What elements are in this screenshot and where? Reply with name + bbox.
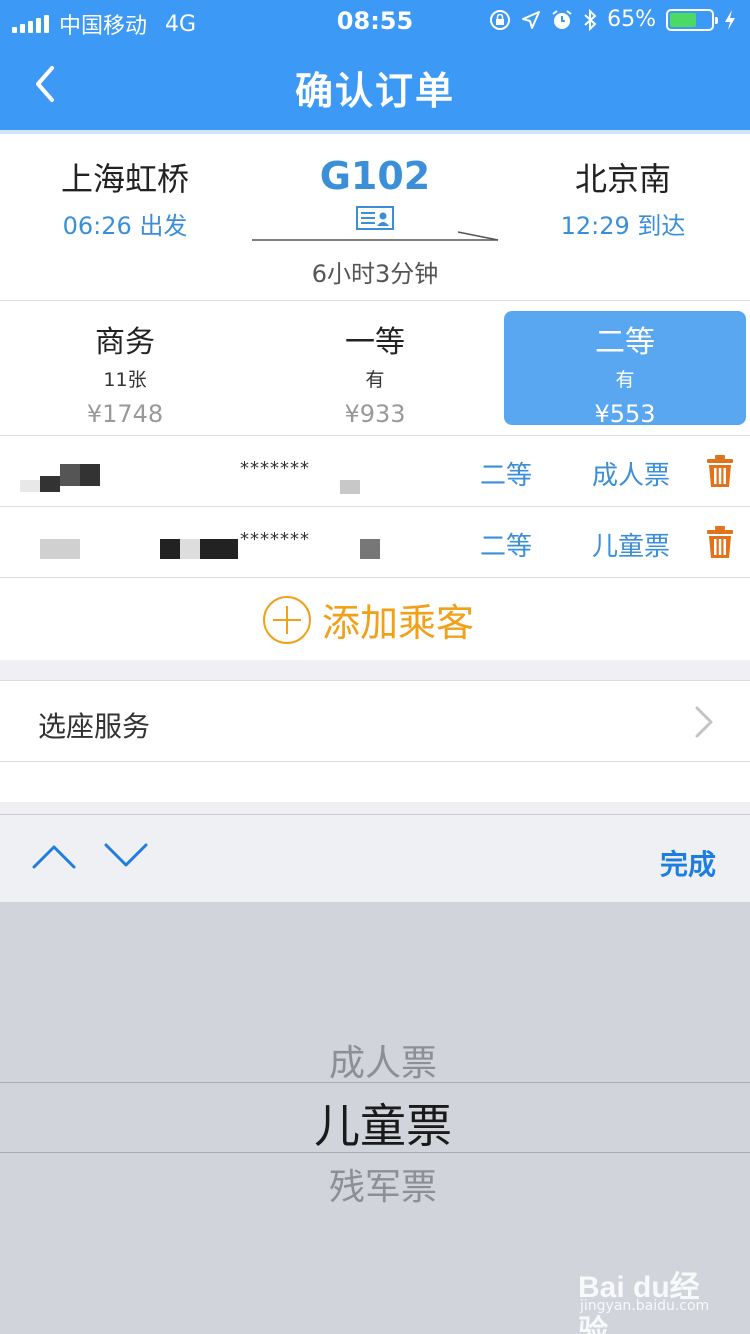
watermark: Bai du经验 jingyan.baidu.com [578,1262,728,1334]
picker-option[interactable]: 残军票 [0,1158,750,1210]
passenger-id-number: ******* [240,458,310,479]
add-circle-icon [263,595,311,644]
passenger-row[interactable]: ******* 二等 成人票 [0,436,750,507]
id-card-icon[interactable] [356,206,394,230]
seat-class-business[interactable]: 商务 11张 ¥1748 [4,311,246,428]
rotation-lock-icon [490,9,511,30]
passenger-seat-class[interactable]: 二等 [480,526,532,563]
seat-price: ¥1748 [86,400,164,428]
done-button[interactable]: 完成 [660,843,716,883]
seat-class-second[interactable]: 二等 有 ¥553 [504,311,746,428]
redacted-name [20,464,100,492]
picker-option-selected[interactable]: 儿童票 [0,1090,750,1156]
status-bar: 中国移动 4G 08:55 65% [0,0,750,40]
departure-station: 上海虹桥 06:26 出发 [0,154,250,241]
arrival-station: 北京南 12:29 到达 [498,154,748,241]
passenger-ticket-type[interactable]: 儿童票 [592,526,670,563]
seat-class-name: 商务 [95,325,155,360]
seat-price: ¥553 [594,400,656,428]
passenger-id-number: ******* [240,529,310,550]
alarm-icon [552,9,572,29]
train-info-card: 上海虹桥 06:26 出发 G102 6小时3分钟 北京南 12:29 到达 [0,130,750,300]
blank-row [0,762,750,802]
page-title: 确认订单 [294,69,455,113]
bluetooth-icon [584,8,597,31]
seat-availability: 有 [365,369,385,391]
charging-icon [725,9,735,30]
train-number[interactable]: G102 [250,154,500,198]
seat-service-row[interactable]: 选座服务 [0,680,750,762]
battery-percent: 65% [607,7,656,32]
watermark-url: jingyan.baidu.com [580,1298,710,1314]
seat-availability: 11张 [103,369,147,391]
seat-availability: 有 [615,369,635,391]
battery-icon [666,8,718,31]
departure-station-name: 上海虹桥 [60,160,189,198]
trash-icon[interactable] [706,454,734,488]
seat-service-label: 选座服务 [38,710,151,743]
location-icon [522,10,541,29]
seat-class-selector: 商务 11张 ¥1748 一等 有 ¥933 二等 有 ¥553 [0,300,750,436]
departure-time: 06:26 出发 [62,212,188,240]
route-arrow [252,231,499,241]
seat-class-name: 一等 [345,325,405,360]
chevron-right-icon [695,706,713,738]
passenger-seat-class[interactable]: 二等 [480,455,532,492]
arrival-time: 12:29 到达 [560,212,686,240]
chevron-down-icon[interactable] [104,841,148,871]
redacted-name [40,539,240,561]
chevron-up-icon[interactable] [32,841,76,871]
passenger-row[interactable]: ******* 二等 儿童票 [0,507,750,578]
seat-price: ¥933 [344,400,406,428]
seat-class-name: 二等 [595,325,655,360]
trash-icon[interactable] [706,525,734,559]
add-passenger-row: 添加乘客 [0,578,750,660]
picker-option[interactable]: 成人票 [0,1034,750,1086]
top-bar: 中国移动 4G 08:55 65% 确认订单 [0,0,750,130]
add-passenger-button[interactable]: 添加乘客 [262,592,474,647]
picker-toolbar: 完成 [0,814,750,902]
seat-class-first[interactable]: 一等 有 ¥933 [254,311,496,428]
passenger-ticket-type[interactable]: 成人票 [592,455,670,492]
trip-duration: 6小时3分钟 [311,260,439,288]
add-passenger-label: 添加乘客 [322,601,475,645]
arrival-station-name: 北京南 [574,160,671,198]
